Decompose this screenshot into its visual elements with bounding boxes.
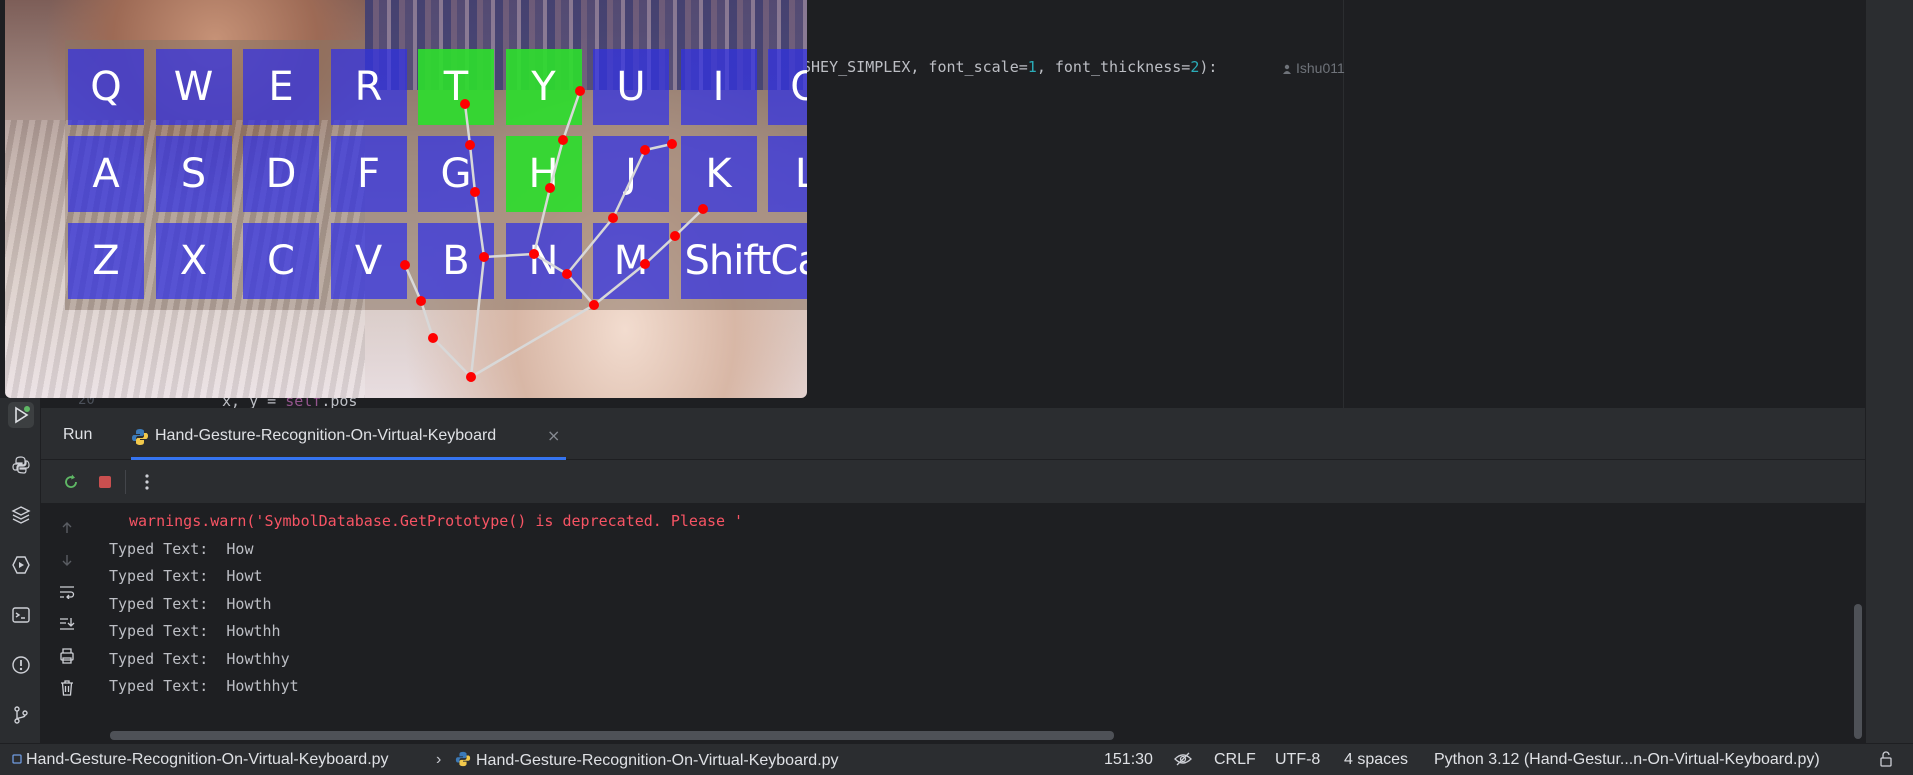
console-line: Typed Text: Howt: [109, 567, 263, 585]
hand-landmark: [428, 333, 438, 343]
chevron-right-icon: ›: [436, 751, 442, 768]
git-icon[interactable]: [8, 702, 34, 728]
hand-landmark: [479, 252, 489, 262]
hand-landmark: [698, 204, 708, 214]
hand-landmark: [670, 231, 680, 241]
hand-connection: [548, 139, 565, 189]
console-line: Typed Text: Howthhy: [109, 649, 290, 668]
hand-connection: [403, 264, 423, 302]
services-icon[interactable]: [8, 552, 34, 578]
hand-connection: [566, 273, 595, 306]
hand-landmark: [545, 183, 555, 193]
toolbar-separator: [125, 470, 126, 494]
hand-landmark: [529, 249, 539, 259]
console-warning-line: warnings.warn('SymbolDatabase.GetPrototy…: [129, 512, 744, 530]
run-console[interactable]: warnings.warn('SymbolDatabase.GetPrototy…: [41, 504, 1865, 743]
run-toolbar: [41, 460, 1865, 504]
hand-connection: [611, 149, 647, 219]
console-line: Typed Text: How: [109, 539, 254, 558]
vertical-scrollbar[interactable]: [1854, 604, 1862, 739]
hand-connection: [468, 144, 477, 193]
python-console-icon[interactable]: [8, 452, 34, 478]
console-line: Typed Text: Howthhyt: [109, 677, 299, 695]
caret-position[interactable]: 151:30: [1104, 751, 1153, 769]
run-panel-title: Run: [63, 426, 93, 443]
person-icon: [1283, 64, 1291, 74]
stop-button[interactable]: [93, 470, 117, 494]
layers-icon[interactable]: [8, 502, 34, 528]
scroll-to-end-icon[interactable]: [57, 614, 77, 634]
hand-landmark: [466, 372, 476, 382]
hand-landmark: [558, 135, 568, 145]
hand-landmark: [460, 99, 470, 109]
hand-connection: [561, 90, 582, 141]
close-tab-icon[interactable]: ×: [547, 426, 560, 445]
hand-connection: [533, 252, 568, 276]
hand-connection: [470, 303, 595, 379]
hand-landmark: [416, 296, 426, 306]
hand-connection: [566, 217, 614, 275]
hand-landmark: [465, 140, 475, 150]
more-options-icon[interactable]: [135, 470, 159, 494]
line-ending-selector[interactable]: CRLF: [1214, 751, 1256, 769]
hand-landmark: [589, 300, 599, 310]
terminal-icon[interactable]: [8, 602, 34, 628]
hand-landmark: [640, 145, 650, 155]
eye-off-icon[interactable]: [1174, 751, 1192, 772]
python-file-icon: [132, 429, 148, 445]
console-output[interactable]: warnings.warn('SymbolDatabase.GetPrototy…: [109, 508, 743, 701]
code-line-font-settings[interactable]: SHEY_SIMPLEX, font_scale=1, font_thickne…: [802, 58, 1217, 76]
hand-connection: [532, 187, 552, 255]
hand-landmark: [470, 187, 480, 197]
left-tool-window-bar: [0, 398, 41, 743]
trash-icon[interactable]: [57, 678, 77, 698]
rerun-button[interactable]: [59, 470, 83, 494]
hand-landmark: [575, 86, 585, 96]
problems-icon[interactable]: [8, 652, 34, 678]
project-breadcrumb[interactable]: Hand-Gesture-Recognition-On-Virtual-Keyb…: [12, 751, 389, 769]
hand-landmark: [400, 260, 410, 270]
lock-icon[interactable]: [1878, 751, 1894, 772]
console-line: Typed Text: Howthh: [109, 622, 281, 640]
hand-landmark: [562, 269, 572, 279]
tab-label: Hand-Gesture-Recognition-On-Virtual-Keyb…: [155, 427, 497, 444]
indent-selector[interactable]: 4 spaces: [1344, 751, 1408, 769]
hand-connection: [469, 256, 486, 378]
run-tool-icon[interactable]: [8, 402, 34, 428]
hand-connection: [644, 235, 676, 265]
hand-landmark: [667, 139, 677, 149]
console-line: Typed Text: Howth: [109, 594, 272, 613]
file-breadcrumb[interactable]: Hand-Gesture-Recognition-On-Virtual-Keyb…: [455, 751, 839, 770]
hand-landmarks-overlay: [400, 86, 708, 382]
interpreter-selector[interactable]: Python 3.12 (Hand-Gestur...n-On-Virtual-…: [1434, 751, 1820, 769]
hand-connection: [674, 208, 704, 237]
hand-landmark: [640, 259, 650, 269]
right-tool-window-bar: [1865, 0, 1913, 743]
hand-connection: [593, 263, 646, 306]
arrow-down-icon[interactable]: [57, 550, 77, 570]
hand-connection: [432, 337, 472, 378]
console-side-toolbar: [41, 504, 97, 743]
camera-preview-window: QWERTYUIOASDFGHJKLZXCVBNMShiftCa: [5, 0, 807, 398]
run-tool-window-header: Run Hand-Gesture-Recognition-On-Virtual-…: [41, 408, 1865, 460]
hand-connection: [419, 300, 435, 339]
python-file-icon: [455, 751, 471, 767]
horizontal-scrollbar[interactable]: [110, 731, 1114, 740]
hand-connection: [473, 191, 486, 258]
hand-connection: [463, 103, 472, 146]
hand-landmark: [608, 213, 618, 223]
print-icon[interactable]: [57, 646, 77, 666]
soft-wrap-icon[interactable]: [57, 582, 77, 602]
hand-connection: [483, 252, 535, 259]
module-icon: [12, 754, 22, 764]
arrow-up-icon[interactable]: [57, 518, 77, 538]
encoding-selector[interactable]: UTF-8: [1275, 751, 1320, 769]
tab-run-configuration[interactable]: Hand-Gesture-Recognition-On-Virtual-Keyb…: [131, 418, 566, 460]
status-bar: Hand-Gesture-Recognition-On-Virtual-Keyb…: [0, 743, 1913, 775]
git-author-annotation[interactable]: Ishu011: [1282, 60, 1345, 76]
